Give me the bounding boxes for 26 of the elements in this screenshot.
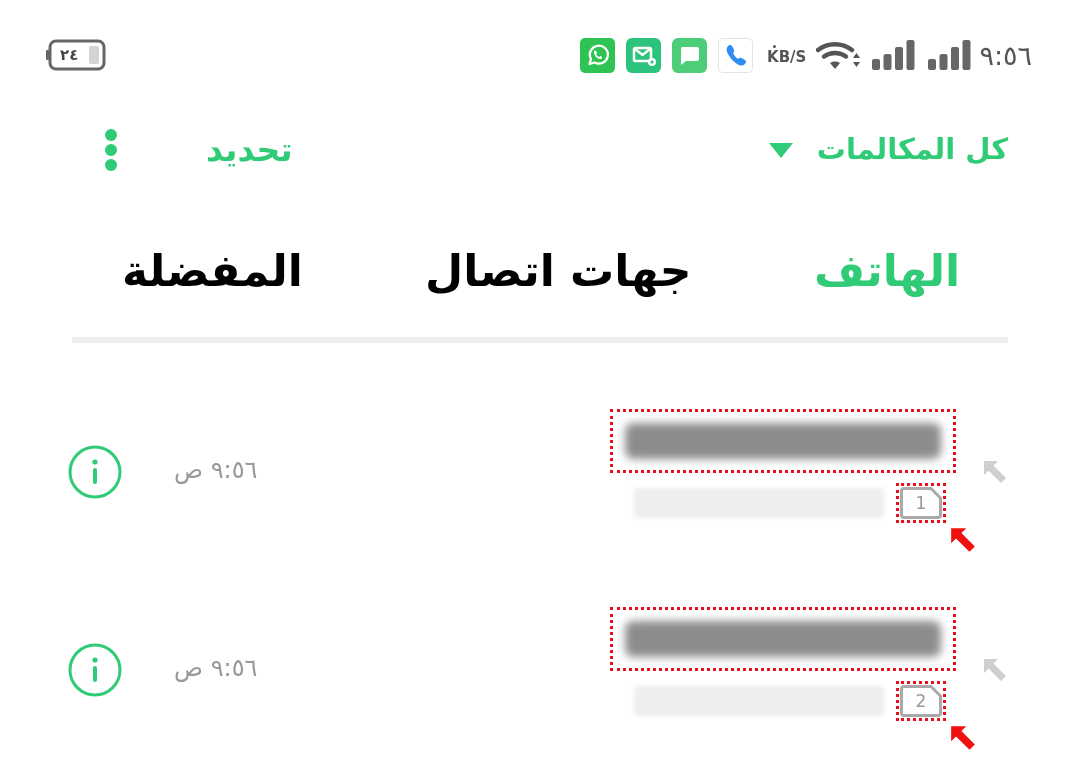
tab[interactable]: المفضلة: [122, 238, 303, 303]
sim-badge: 2: [900, 685, 942, 717]
info-icon[interactable]: [68, 445, 122, 499]
caret-icon: [768, 142, 793, 158]
network-speed: KB/S: [767, 50, 807, 65]
signal-icon: [928, 40, 972, 70]
call-filter-dropdown[interactable]: كل المكالمات: [768, 128, 1008, 172]
wifi-icon: [816, 39, 861, 71]
clock-time: ٩:٥٦: [979, 41, 1032, 69]
sim-badge: 1: [900, 487, 942, 519]
message-bubble-icon: [672, 37, 708, 73]
select-button[interactable]: تحديد: [206, 125, 293, 175]
annotation-arrow-icon: [949, 526, 977, 554]
more-menu-icon[interactable]: [104, 128, 118, 172]
call-time: ٩:٥٦ ص: [174, 455, 258, 486]
phone-icon: [718, 37, 754, 73]
signal-icon: [872, 40, 916, 70]
envelope-icon: [626, 37, 662, 73]
call-time: ٩:٥٦ ص: [174, 653, 258, 684]
annotation-arrow-icon: [949, 724, 977, 752]
tab[interactable]: جهات اتصال: [425, 238, 692, 303]
chat-phone-icon: [580, 37, 616, 73]
info-icon[interactable]: [68, 643, 122, 697]
dot-icon: [773, 45, 777, 48]
battery-indicator: ٢٤: [46, 39, 106, 71]
tab[interactable]: الهاتف: [813, 238, 960, 303]
